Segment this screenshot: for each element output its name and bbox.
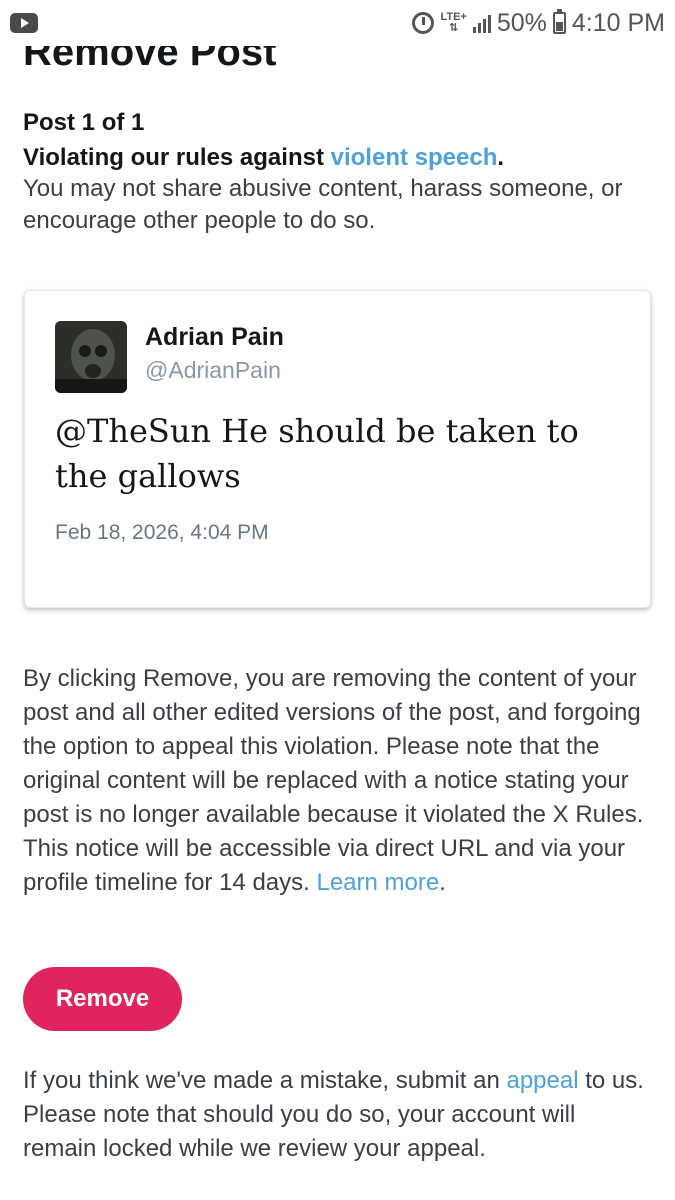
appeal-link[interactable]: appeal bbox=[506, 1067, 578, 1094]
learn-more-link[interactable]: Learn more bbox=[316, 869, 439, 896]
youtube-icon bbox=[10, 13, 38, 33]
removal-info: By clicking Remove, you are removing the… bbox=[23, 662, 653, 900]
post-timestamp: Feb 18, 2026, 4:04 PM bbox=[55, 521, 269, 544]
network-type: LTE+ ⇅ bbox=[440, 11, 467, 34]
removal-info-text: By clicking Remove, you are removing the… bbox=[23, 665, 644, 896]
author-name: Adrian Pain bbox=[145, 323, 284, 351]
signal-icon bbox=[472, 13, 491, 33]
rule-suffix: . bbox=[497, 144, 505, 171]
rule-description: You may not share abusive content, haras… bbox=[23, 175, 623, 234]
clock: 4:10 PM bbox=[571, 8, 665, 37]
post-count: Post 1 of 1 bbox=[23, 109, 145, 136]
battery-percent: 50% bbox=[496, 8, 547, 37]
removal-info-suffix: . bbox=[439, 869, 446, 896]
post-text: @TheSun He should be taken to the gallow… bbox=[55, 412, 579, 495]
post-card: Adrian Pain @AdrianPain @TheSun He shoul… bbox=[24, 290, 651, 608]
avatar bbox=[55, 321, 127, 393]
rule-violation: Violating our rules against violent spee… bbox=[23, 143, 653, 173]
violation-summary: Post 1 of 1 Violating our rules against … bbox=[23, 108, 653, 237]
remove-button[interactable]: Remove bbox=[23, 967, 182, 1031]
appeal-prefix: If you think we've made a mistake, submi… bbox=[23, 1067, 507, 1094]
status-bar: LTE+ ⇅ 50% 4:10 PM bbox=[0, 0, 675, 46]
gas-mask-avatar-icon bbox=[55, 321, 127, 393]
rule-prefix: Violating our rules against bbox=[23, 144, 331, 171]
violent-speech-link[interactable]: violent speech bbox=[331, 144, 498, 171]
battery-icon bbox=[552, 9, 566, 34]
alarm-icon bbox=[412, 12, 435, 34]
author-handle: @AdrianPain bbox=[145, 357, 281, 383]
appeal-info: If you think we've made a mistake, submi… bbox=[23, 1064, 653, 1166]
